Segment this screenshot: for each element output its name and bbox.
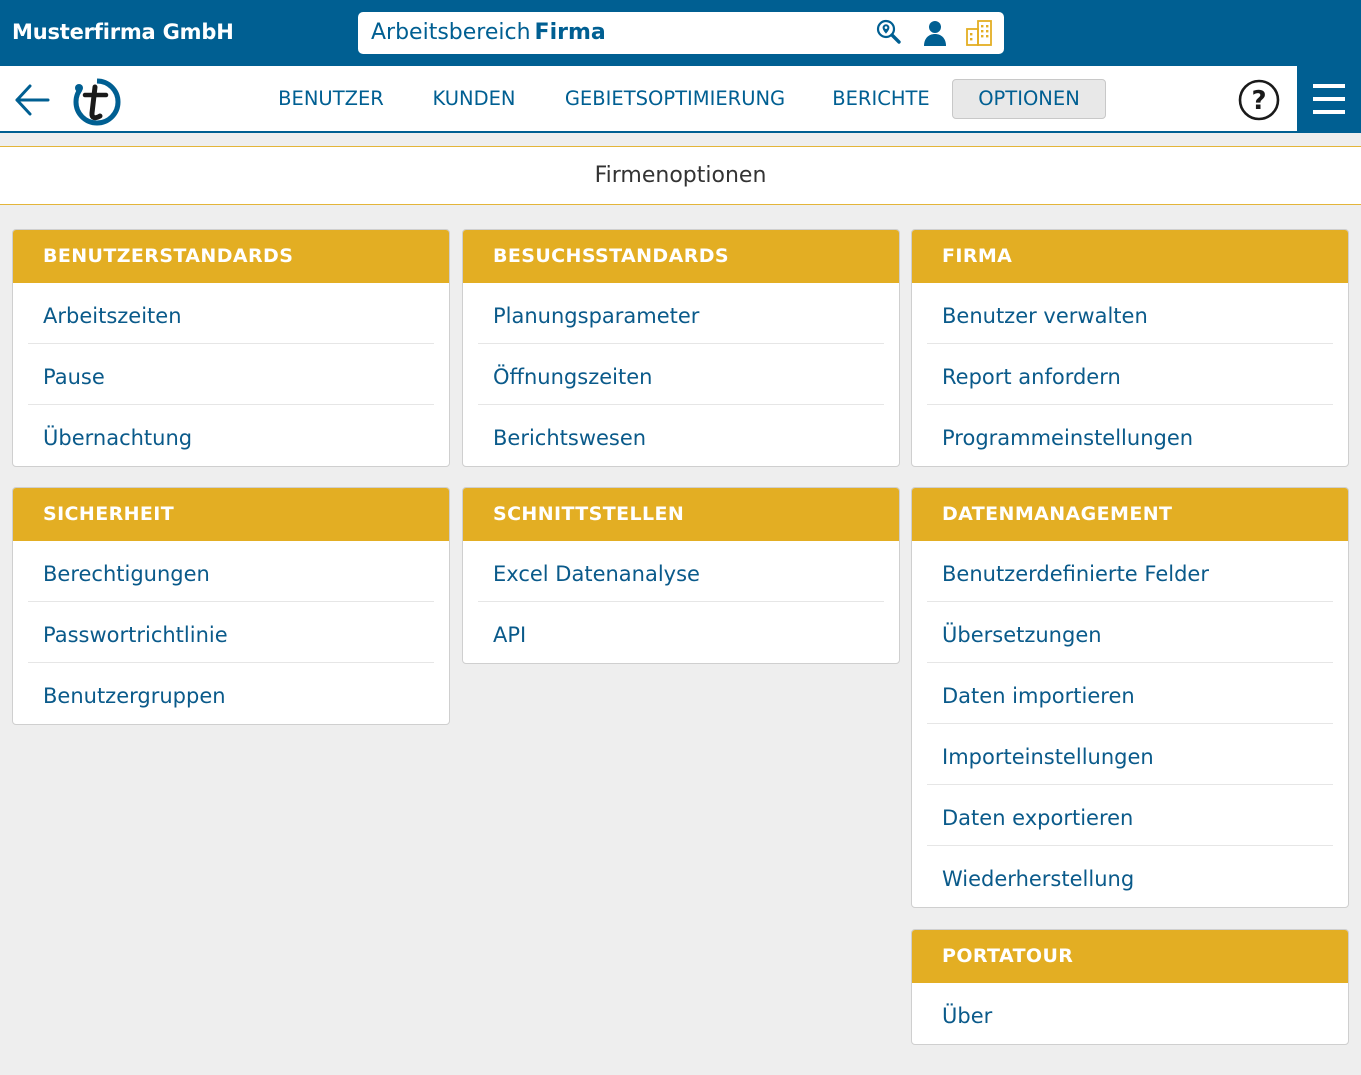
card-header: BESUCHSSTANDARDS bbox=[463, 230, 899, 283]
tab-gebietsoptimierung[interactable]: GEBIETSOPTIMIERUNG bbox=[552, 79, 798, 119]
card-datenmanagement: DATENMANAGEMENT Benutzerdefinierte Felde… bbox=[911, 487, 1349, 908]
nav-bar: BENUTZER KUNDEN GEBIETSOPTIMIERUNG BERIC… bbox=[0, 66, 1361, 133]
help-symbol: ? bbox=[1251, 86, 1266, 116]
card-firma: FIRMA Benutzer verwalten Report anforder… bbox=[911, 229, 1349, 467]
card-header: SCHNITTSTELLEN bbox=[463, 488, 899, 541]
card-item-ueber[interactable]: Über bbox=[927, 983, 1333, 1044]
workspace-label: Arbeitsbereich Firma bbox=[371, 20, 606, 45]
card-item-api[interactable]: API bbox=[478, 602, 884, 663]
tab-benutzer[interactable]: BENUTZER bbox=[266, 79, 396, 119]
card-item-berichtswesen[interactable]: Berichtswesen bbox=[478, 405, 884, 466]
page-title-strip: Firmenoptionen bbox=[0, 146, 1361, 205]
hamburger-menu-icon bbox=[1313, 84, 1345, 114]
company-name: Musterfirma GmbH bbox=[12, 20, 234, 44]
user-icon[interactable] bbox=[920, 18, 950, 48]
hamburger-menu-button[interactable] bbox=[1297, 66, 1361, 131]
card-item-importeinstellungen[interactable]: Importeinstellungen bbox=[927, 724, 1333, 785]
card-item-uebersetzungen[interactable]: Übersetzungen bbox=[927, 602, 1333, 663]
card-benutzerstandards: BENUTZERSTANDARDS Arbeitszeiten Pause Üb… bbox=[12, 229, 450, 467]
tab-berichte[interactable]: BERICHTE bbox=[818, 79, 944, 119]
card-item-report-anfordern[interactable]: Report anfordern bbox=[927, 344, 1333, 405]
top-bar: Musterfirma GmbH Arbeitsbereich Firma bbox=[0, 0, 1361, 66]
card-header: DATENMANAGEMENT bbox=[912, 488, 1348, 541]
card-schnittstellen: SCHNITTSTELLEN Excel Datenanalyse API bbox=[462, 487, 900, 664]
card-item-daten-exportieren[interactable]: Daten exportieren bbox=[927, 785, 1333, 846]
portatour-logo[interactable] bbox=[70, 75, 124, 127]
card-item-benutzer-verwalten[interactable]: Benutzer verwalten bbox=[927, 283, 1333, 344]
card-item-berechtigungen[interactable]: Berechtigungen bbox=[28, 541, 434, 602]
card-item-pause[interactable]: Pause bbox=[28, 344, 434, 405]
workspace-prefix: Arbeitsbereich bbox=[371, 20, 531, 45]
card-item-uebernachtung[interactable]: Übernachtung bbox=[28, 405, 434, 466]
card-item-programmeinstellungen[interactable]: Programmeinstellungen bbox=[927, 405, 1333, 466]
card-header: PORTATOUR bbox=[912, 930, 1348, 983]
card-item-benutzerdefinierte-felder[interactable]: Benutzerdefinierte Felder bbox=[927, 541, 1333, 602]
search-map-icon[interactable] bbox=[874, 18, 904, 48]
building-icon[interactable] bbox=[964, 18, 994, 48]
page-title: Firmenoptionen bbox=[594, 163, 767, 188]
card-item-passwortrichtlinie[interactable]: Passwortrichtlinie bbox=[28, 602, 434, 663]
tab-optionen[interactable]: OPTIONEN bbox=[952, 79, 1106, 119]
card-item-arbeitszeiten[interactable]: Arbeitszeiten bbox=[28, 283, 434, 344]
card-besuchsstandards: BESUCHSSTANDARDS Planungsparameter Öffnu… bbox=[462, 229, 900, 467]
card-item-daten-importieren[interactable]: Daten importieren bbox=[927, 663, 1333, 724]
card-item-excel-datenanalyse[interactable]: Excel Datenanalyse bbox=[478, 541, 884, 602]
workspace-name: Firma bbox=[534, 20, 606, 45]
card-header: FIRMA bbox=[912, 230, 1348, 283]
help-icon[interactable]: ? bbox=[1237, 78, 1281, 122]
card-header: BENUTZERSTANDARDS bbox=[13, 230, 449, 283]
card-header: SICHERHEIT bbox=[13, 488, 449, 541]
card-sicherheit: SICHERHEIT Berechtigungen Passwortrichtl… bbox=[12, 487, 450, 725]
back-arrow-icon[interactable] bbox=[12, 81, 52, 119]
card-portatour: PORTATOUR Über bbox=[911, 929, 1349, 1045]
card-item-benutzergruppen[interactable]: Benutzergruppen bbox=[28, 663, 434, 724]
workspace-selector[interactable]: Arbeitsbereich Firma bbox=[358, 12, 1004, 54]
tab-kunden[interactable]: KUNDEN bbox=[416, 79, 532, 119]
card-item-planungsparameter[interactable]: Planungsparameter bbox=[478, 283, 884, 344]
card-item-oeffnungszeiten[interactable]: Öffnungszeiten bbox=[478, 344, 884, 405]
card-item-wiederherstellung[interactable]: Wiederherstellung bbox=[927, 846, 1333, 907]
